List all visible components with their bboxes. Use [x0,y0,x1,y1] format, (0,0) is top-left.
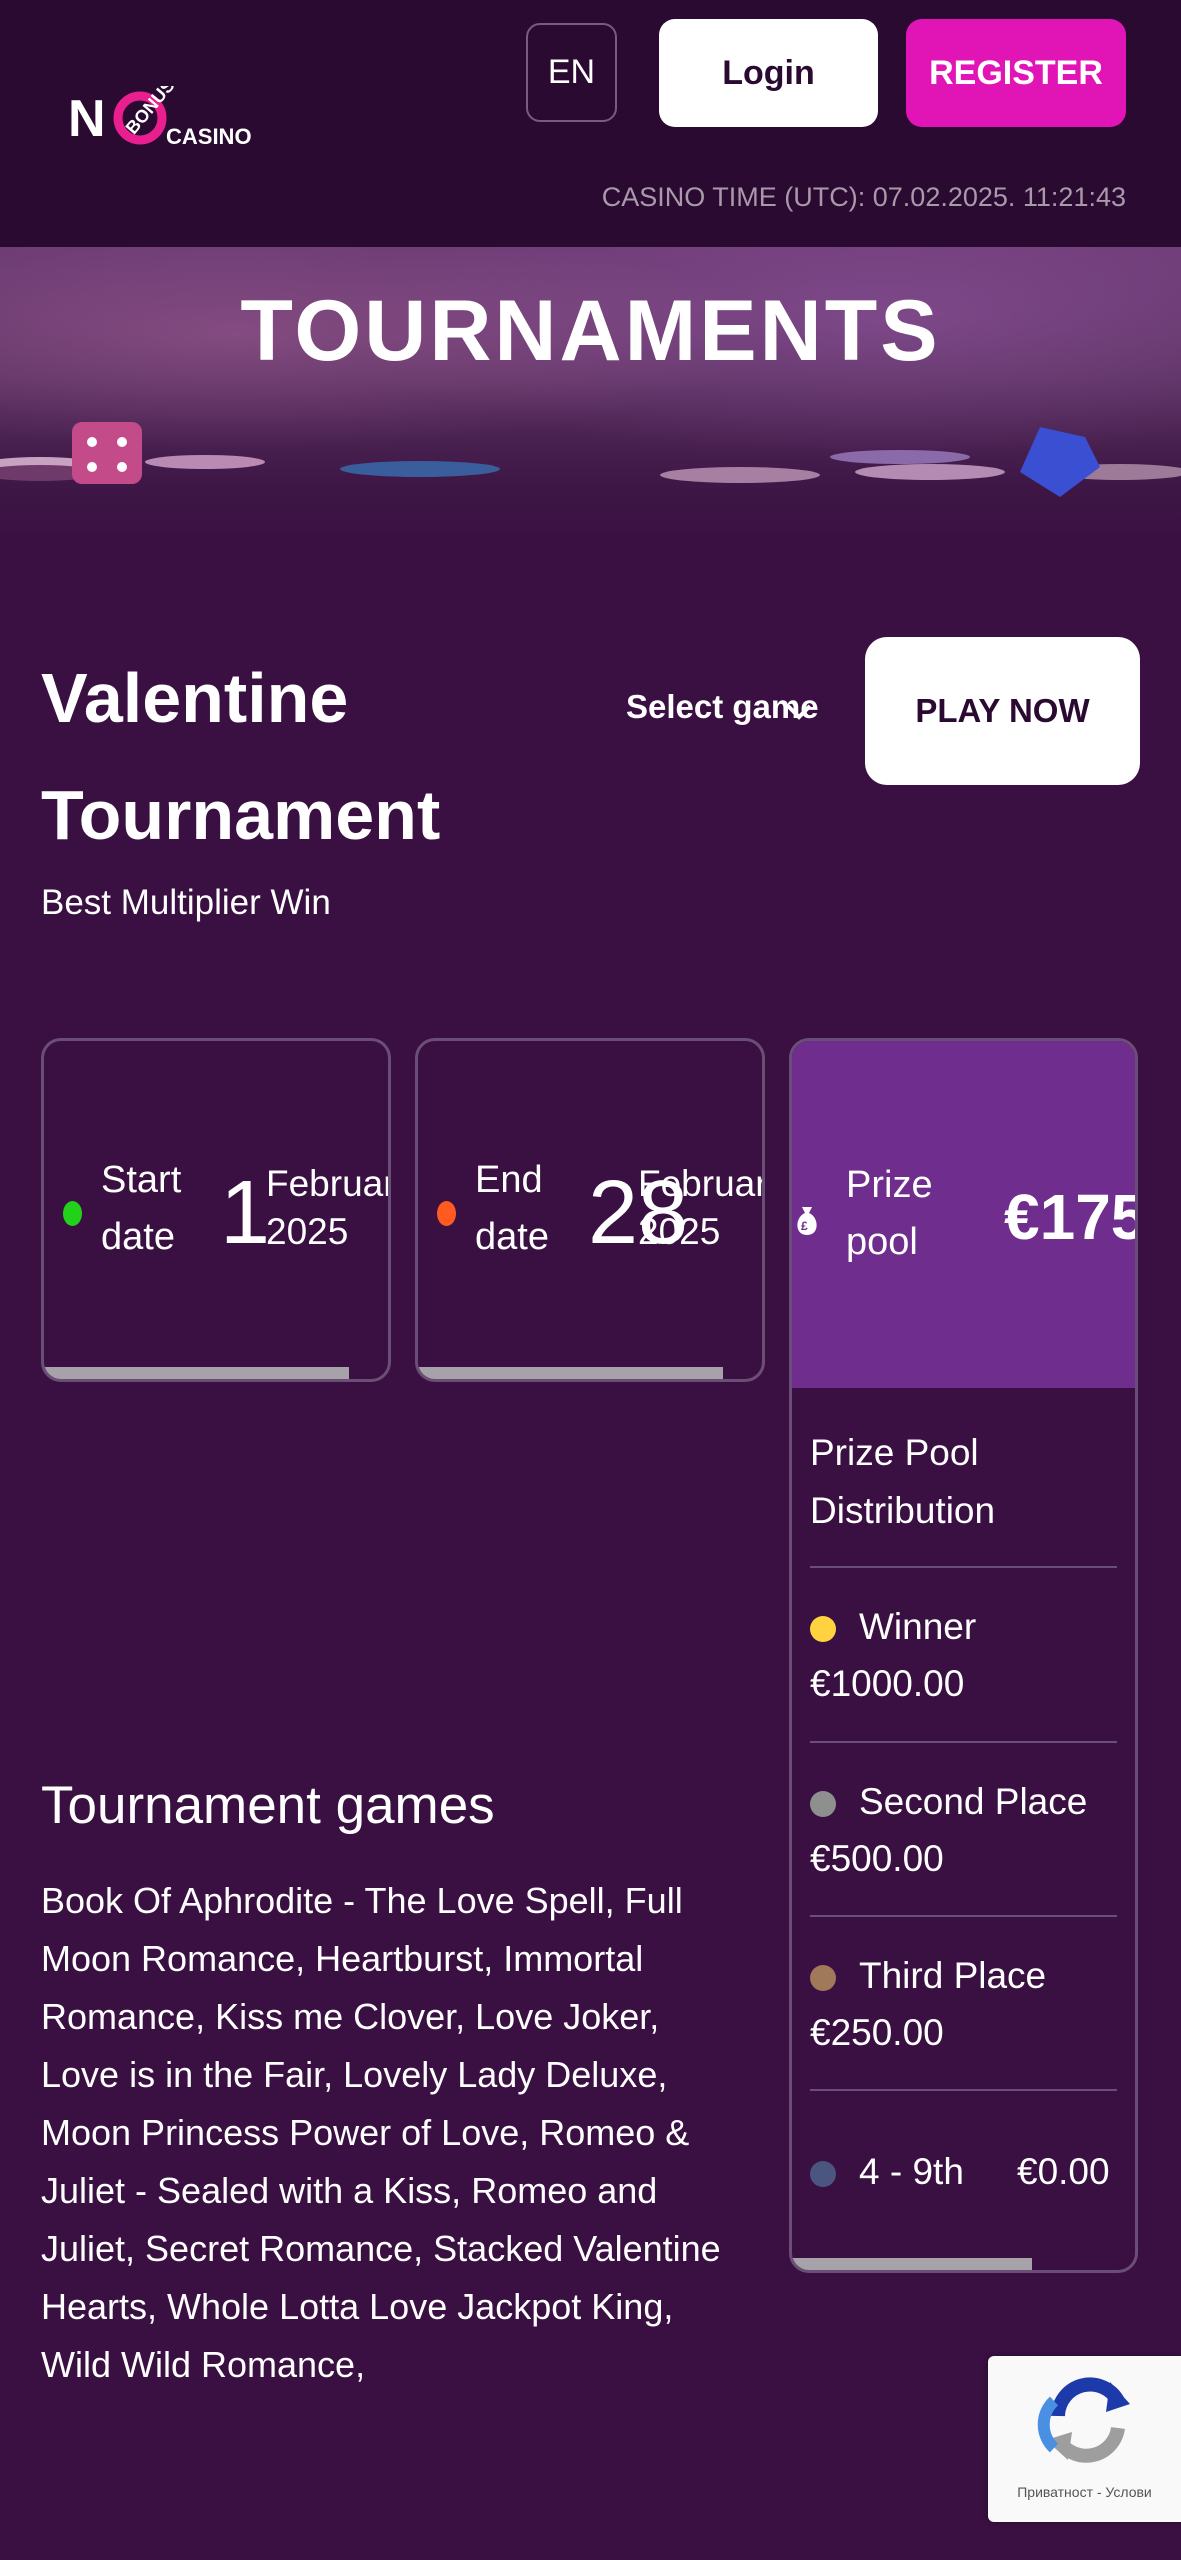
distribution-title: Prize Pool Distribution [810,1432,996,1531]
hero-title: TOURNAMENTS [240,283,941,379]
third-place-dot [810,1965,836,1991]
tournament-title: Valentine Tournament [41,659,441,854]
recaptcha-icon [1037,2377,1130,2463]
logo-casino-text: CASINO [166,124,252,149]
recaptcha-links[interactable]: Приватност - Услови [988,2484,1181,2500]
winner-label: Winner [859,1606,977,1647]
register-label: REGISTER [929,53,1103,92]
prize-pool-card: £ Prize pool €175 Prize Pool Distributio… [789,1038,1138,2273]
language-selector[interactable]: EN [526,23,617,122]
prize-pool-amount: €175 [1004,1181,1138,1253]
end-status-dot [437,1201,456,1226]
casino-chips-decoration [0,422,1181,497]
svg-text:£: £ [801,1219,808,1233]
divider [810,1741,1117,1743]
prize-pool-header: £ Prize pool €175 [792,1041,1135,1388]
start-month-year: February 2025 [266,1158,388,1268]
nobonus-casino-logo[interactable]: N BONUS CASINO [68,75,268,166]
start-status-dot [63,1201,82,1226]
dice-shape [72,422,142,484]
logo-graphic: N BONUS CASINO [68,75,252,149]
start-day: 1 [220,1163,271,1263]
third-place-label: Third Place [859,1955,1047,1996]
start-date-label: Start date [101,1159,182,1258]
site-header: N BONUS CASINO EN Login REGISTER CASINO … [0,0,1181,247]
divider [810,2089,1117,2091]
login-button[interactable]: Login [659,19,878,127]
winner-amount: €1000.00 [810,1663,965,1704]
logo-letter-n: N [68,90,106,148]
winner-dot [810,1616,836,1642]
money-bag-icon: £ [792,1203,822,1239]
end-date-card: End date February 2025 28 [415,1038,765,1382]
second-place-label: Second Place [859,1781,1088,1822]
start-month: February [266,1163,388,1204]
language-label: EN [547,53,596,91]
divider [810,1566,1117,1568]
gem-shape [1020,427,1100,497]
divider [810,1915,1117,1917]
end-date-label: End date [475,1159,549,1258]
third-place-amount: €250.00 [810,2012,944,2053]
prize-pool-label: Prize pool [846,1164,933,1263]
start-progress-bar [44,1367,349,1379]
casino-time: CASINO TIME (UTC): 07.02.2025. 11:21:43 [601,182,1126,212]
login-label: Login [722,53,815,92]
chevron-down-icon[interactable] [782,692,816,726]
tournament-games-title: Tournament games [41,1776,495,1835]
play-now-button[interactable]: PLAY NOW [865,637,1140,785]
start-year: 2025 [266,1211,349,1252]
register-button[interactable]: REGISTER [906,19,1126,127]
tournament-subtitle: Best Multiplier Win [41,883,331,922]
other-places-dot [810,2161,836,2187]
recaptcha-badge[interactable]: Приватност - Услови [988,2356,1181,2522]
prize-scroll-bar[interactable] [792,2258,1032,2270]
second-place-dot [810,1791,836,1817]
start-date-card: Start date 1 February 2025 [41,1038,391,1382]
other-places-label: 4 - 9th [859,2151,964,2192]
tournament-games-list: Book Of Aphrodite - The Love Spell, Full… [41,1880,721,2385]
play-now-label: PLAY NOW [915,692,1090,729]
end-day: 28 [588,1163,689,1263]
other-places-amount: €0.00 [1017,2151,1110,2192]
second-place-amount: €500.00 [810,1838,944,1879]
end-progress-bar [418,1367,723,1379]
hero-banner: TOURNAMENTS [0,247,1181,537]
